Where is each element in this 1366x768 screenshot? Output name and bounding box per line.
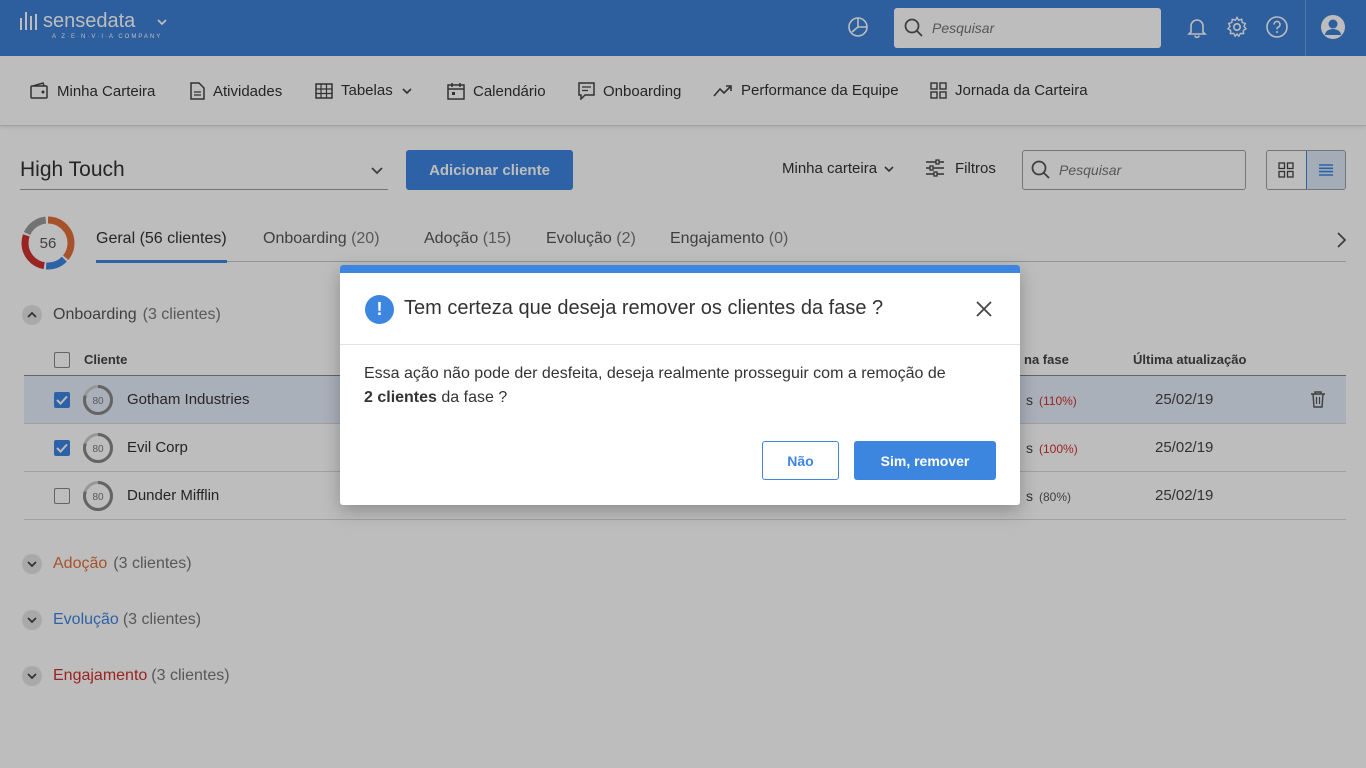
dialog-header: ! Tem certeza que deseja remover os clie… — [340, 273, 1020, 345]
dialog-message-prefix: Essa ação não pode der desfeita, deseja … — [364, 365, 946, 382]
close-icon[interactable] — [974, 299, 994, 319]
dialog-message-suffix: da fase ? — [436, 389, 508, 406]
cancel-button[interactable]: Não — [762, 441, 839, 480]
exclamation-icon: ! — [365, 295, 394, 324]
dialog-message-count: 2 clientes — [364, 389, 437, 406]
dialog-title: Tem certeza que deseja remover os client… — [404, 297, 884, 319]
confirm-remove-dialog: ! Tem certeza que deseja remover os clie… — [340, 265, 1020, 505]
confirm-remove-button[interactable]: Sim, remover — [854, 441, 996, 480]
dialog-message: Essa ação não pode der desfeita, deseja … — [364, 362, 994, 410]
dialog-accent-bar — [340, 265, 1020, 273]
